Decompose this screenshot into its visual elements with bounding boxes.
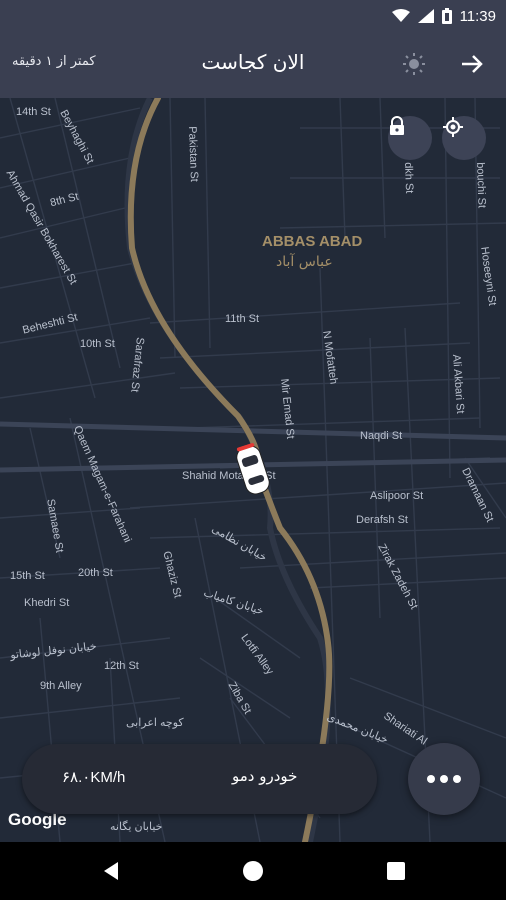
more-dots-icon — [427, 775, 461, 783]
vehicle-name: خودرو دمو — [232, 767, 298, 785]
home-nav-icon[interactable] — [242, 860, 264, 882]
street-label: 11th St — [225, 313, 260, 325]
system-nav-bar — [0, 842, 506, 900]
back-arrow-icon[interactable] — [458, 50, 486, 78]
lock-icon — [390, 116, 404, 135]
street-label: 15th St — [10, 570, 45, 582]
page-title: الان کجاست — [201, 50, 305, 74]
street-label: 12th St — [104, 660, 139, 672]
recents-nav-icon[interactable] — [386, 861, 406, 881]
map-view[interactable]: ABBAS ABAD عباس آباد 14th St Beyhaghi St… — [0, 98, 506, 842]
street-label: 14th St — [16, 106, 51, 118]
my-location-button[interactable] — [442, 116, 486, 160]
street-label: Aslipoor St — [370, 490, 424, 502]
street-label: 9th Alley — [40, 680, 82, 692]
street-label: Derafsh St — [356, 514, 408, 526]
brightness-icon[interactable] — [400, 50, 428, 78]
status-bar: 11:39 — [0, 0, 506, 32]
street-label: 10th St — [80, 338, 115, 350]
street-label: Pakistan St — [186, 126, 200, 183]
speed-readout: ۶۸.۰KM/h — [62, 769, 126, 786]
battery-icon — [441, 8, 452, 24]
more-button[interactable] — [408, 743, 480, 815]
street-label: Naqdi St — [360, 430, 403, 442]
street-label: کوچه اعرابی — [126, 717, 184, 729]
vehicle-info-panel[interactable]: ۶۸.۰KM/h خودرو دمو — [22, 744, 377, 814]
street-label: خیابان یگانه — [110, 821, 163, 833]
district-label-fa: عباس آباد — [276, 254, 333, 270]
district-label-en: ABBAS ABAD — [262, 233, 363, 250]
street-label: dkh St — [402, 162, 416, 194]
street-label: Khedri St — [24, 597, 70, 609]
back-nav-icon[interactable] — [100, 860, 122, 882]
lock-button[interactable] — [388, 116, 432, 160]
street-label: 20th St — [78, 567, 113, 579]
status-time: 11:39 — [459, 7, 496, 25]
app-bar: کمتر از ۱ دقیقه الان کجاست — [0, 32, 506, 98]
wifi-icon — [391, 9, 410, 22]
signal-icon — [417, 9, 434, 23]
my-location-icon — [443, 117, 463, 137]
street-label: bouchi St — [474, 162, 488, 209]
status-icons: 11:39 — [391, 4, 496, 28]
